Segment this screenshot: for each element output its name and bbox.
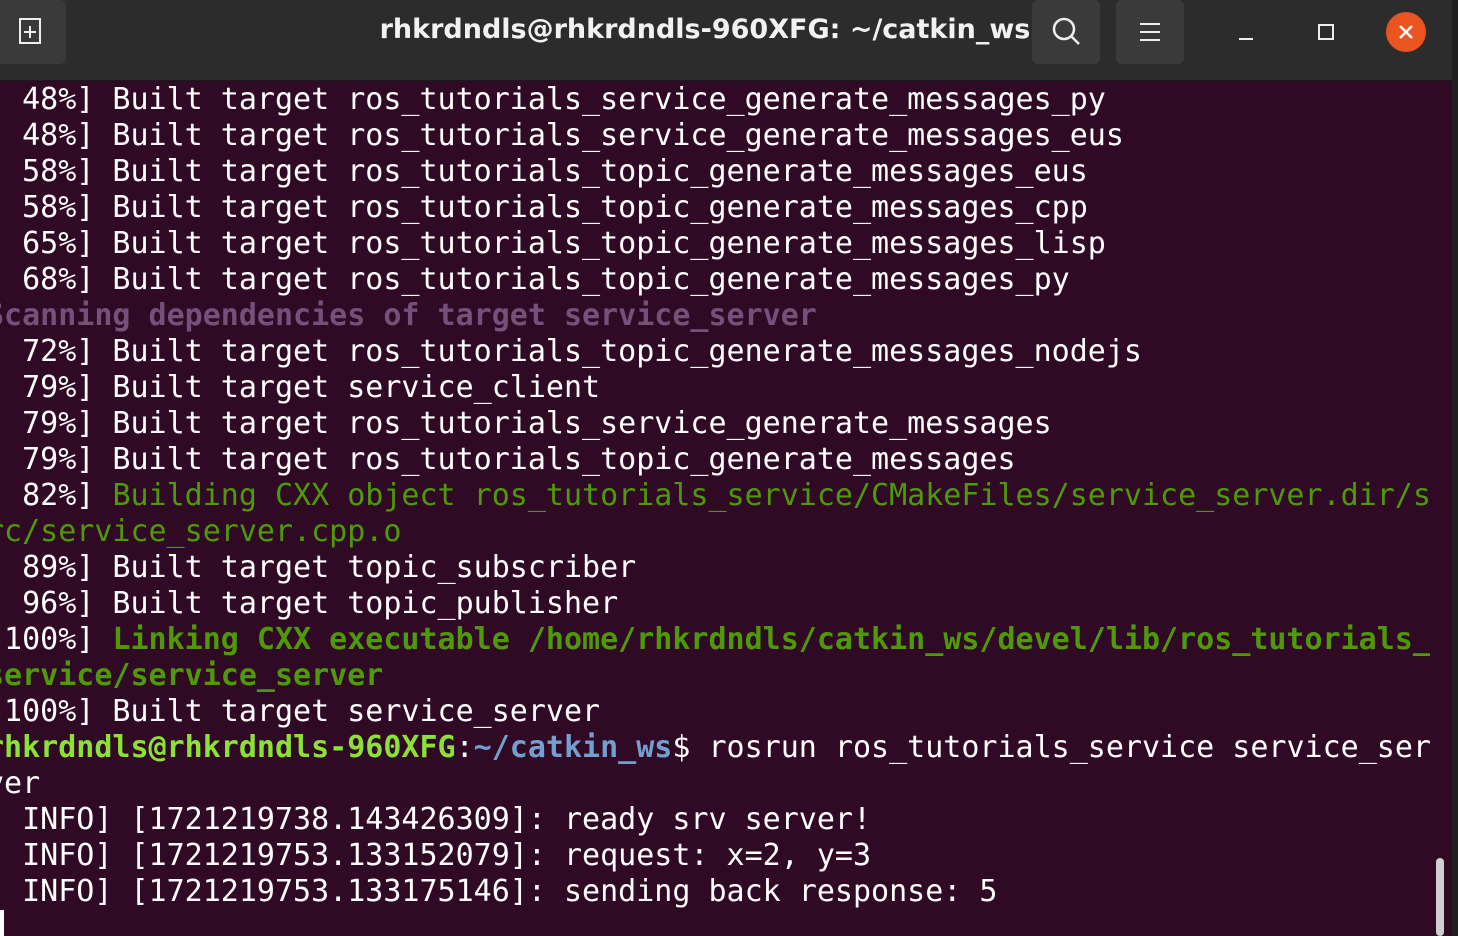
terminal-text-segment: :	[455, 730, 474, 765]
new-tab-button[interactable]	[0, 0, 66, 64]
terminal-text-segment: service/service_server	[0, 658, 384, 693]
terminal-text-segment: Scanning dependencies of target service_…	[0, 298, 817, 333]
terminal-text-segment: [ 48%] Built target ros_tutorials_servic…	[0, 118, 1124, 153]
scrollbar[interactable]	[1436, 82, 1450, 936]
terminal-line: [ 82%] Building CXX object ros_tutorials…	[0, 478, 1430, 514]
terminal-text-segment: [100%]	[0, 622, 95, 657]
terminal-line: [ 89%] Built target topic_subscriber	[0, 550, 1430, 586]
new-tab-icon	[19, 18, 41, 44]
terminal-text-segment: [ 82%]	[0, 478, 95, 513]
terminal-line: [ INFO] [1721219738.143426309]: ready sr…	[0, 802, 1430, 838]
terminal-text-segment: [ INFO] [1721219738.143426309]: ready sr…	[0, 802, 872, 837]
terminal-text-segment: [ INFO] [1721219753.133152079]: request:…	[0, 838, 872, 873]
terminal-text-segment: Linking CXX executable /home/rhkrdndls/c…	[112, 622, 1430, 657]
close-button[interactable]	[1386, 12, 1426, 52]
terminal-window: rhkrdndls@rhkrdndls-960XFG: ~/catkin_ws	[0, 0, 1458, 936]
window-edge	[1452, 0, 1458, 936]
terminal-line: [ 79%] Built target ros_tutorials_topic_…	[0, 442, 1430, 478]
terminal-line: [ 48%] Built target ros_tutorials_servic…	[0, 118, 1430, 154]
terminal-text-segment: [ 58%] Built target ros_tutorials_topic_…	[0, 154, 1088, 189]
terminal-text-segment: $ rosrun ros_tutorials_service service_s…	[672, 730, 1430, 765]
terminal-text-segment: [ 72%] Built target ros_tutorials_topic_…	[0, 334, 1142, 369]
terminal-output[interactable]: [ 48%] Built target ros_tutorials_servic…	[0, 82, 1430, 936]
terminal-line: rhkrdndls@rhkrdndls-960XFG:~/catkin_ws$ …	[0, 730, 1430, 766]
terminal-text-segment: Building CXX object ros_tutorials_servic…	[112, 478, 1430, 513]
terminal-line: [ 58%] Built target ros_tutorials_topic_…	[0, 190, 1430, 226]
terminal-text-segment: [100%] Built target service_server	[0, 694, 601, 729]
minimize-icon	[1239, 38, 1253, 40]
window-title: rhkrdndls@rhkrdndls-960XFG: ~/catkin_ws	[379, 14, 1031, 45]
menu-button[interactable]	[1116, 0, 1184, 64]
terminal-line: [ 65%] Built target ros_tutorials_topic_…	[0, 226, 1430, 262]
maximize-icon	[1318, 24, 1334, 40]
terminal-text-segment: [ 58%] Built target ros_tutorials_topic_…	[0, 190, 1088, 225]
terminal-text-segment: ~/catkin_ws	[473, 730, 673, 765]
terminal-line: [100%] Built target service_server	[0, 694, 1430, 730]
terminal-line: [ 79%] Built target service_client	[0, 370, 1430, 406]
close-icon	[1399, 25, 1413, 39]
title-bar[interactable]: rhkrdndls@rhkrdndls-960XFG: ~/catkin_ws	[0, 0, 1458, 81]
terminal-line: rc/service_server.cpp.o	[0, 514, 1430, 550]
terminal-line: [ 48%] Built target ros_tutorials_servic…	[0, 82, 1430, 118]
terminal-text-segment: [ 96%] Built target topic_publisher	[0, 586, 619, 621]
terminal-text-segment: [ 89%] Built target topic_subscriber	[0, 550, 637, 585]
search-icon	[1052, 17, 1080, 45]
terminal-line: [ INFO] [1721219753.133175146]: sending …	[0, 874, 1430, 910]
scrollbar-thumb[interactable]	[1436, 858, 1444, 936]
terminal-line: [ 96%] Built target topic_publisher	[0, 586, 1430, 622]
terminal-line: service/service_server	[0, 658, 1430, 694]
terminal-text-segment: [ 79%] Built target ros_tutorials_servic…	[0, 406, 1052, 441]
terminal-line: [100%] Linking CXX executable /home/rhkr…	[0, 622, 1430, 658]
terminal-text-segment: rhkrdndls@rhkrdndls-960XFG	[0, 730, 456, 765]
search-button[interactable]	[1032, 0, 1100, 64]
maximize-button[interactable]	[1306, 12, 1346, 52]
terminal-text-segment: [ 68%] Built target ros_tutorials_topic_…	[0, 262, 1070, 297]
terminal-text-segment: [ 48%] Built target ros_tutorials_servic…	[0, 82, 1106, 117]
terminal-line: [ 58%] Built target ros_tutorials_topic_…	[0, 154, 1430, 190]
terminal-line: [ 72%] Built target ros_tutorials_topic_…	[0, 334, 1430, 370]
terminal-text-segment: ver	[0, 766, 41, 801]
terminal-text-segment: [ 65%] Built target ros_tutorials_topic_…	[0, 226, 1106, 261]
terminal-line: [ 68%] Built target ros_tutorials_topic_…	[0, 262, 1430, 298]
terminal-text-segment: [ 79%] Built target service_client	[0, 370, 601, 405]
minimize-button[interactable]	[1226, 12, 1266, 52]
terminal-line: Scanning dependencies of target service_…	[0, 298, 1430, 334]
terminal-text-segment: [ 79%] Built target ros_tutorials_topic_…	[0, 442, 1016, 477]
terminal-text-segment: [ INFO] [1721219753.133175146]: sending …	[0, 874, 998, 909]
terminal-line: [ INFO] [1721219753.133152079]: request:…	[0, 838, 1430, 874]
hamburger-menu-icon	[1140, 23, 1160, 41]
text-cursor	[0, 910, 4, 936]
terminal-line: ver	[0, 766, 1430, 802]
terminal-text-segment: rc/service_server.cpp.o	[0, 514, 402, 549]
terminal-line: [ 79%] Built target ros_tutorials_servic…	[0, 406, 1430, 442]
